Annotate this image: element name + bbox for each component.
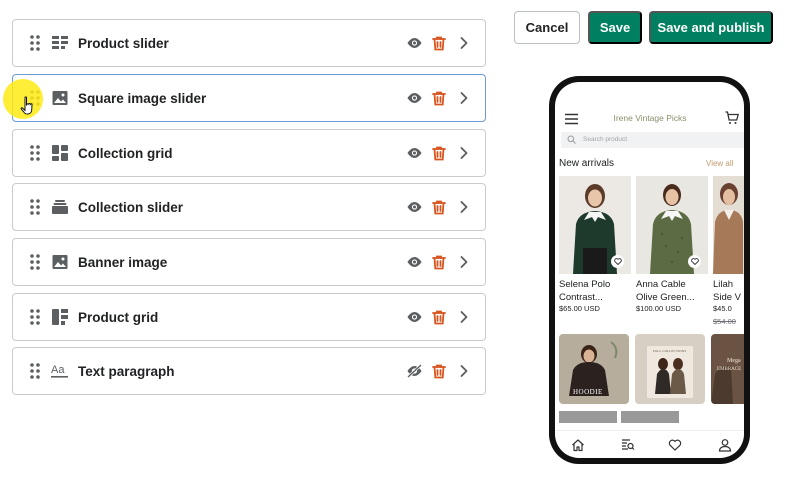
eye-icon[interactable]: [405, 308, 423, 326]
image-slider-icon: [51, 89, 69, 107]
block-label: Collection grid: [78, 145, 173, 161]
home-icon[interactable]: [571, 438, 585, 452]
preview-header: Irene Vintage Picks: [555, 108, 744, 130]
view-all-link[interactable]: View all: [706, 159, 733, 168]
wishlist-heart-icon[interactable]: [688, 255, 701, 268]
section-title: New arrivals: [559, 158, 615, 169]
delete-icon[interactable]: [430, 89, 448, 107]
save-button[interactable]: Save: [588, 11, 642, 44]
banner-tile[interactable]: Mega EMBRACE: [711, 334, 744, 404]
save-and-publish-button[interactable]: Save and publish: [649, 11, 773, 44]
phone-preview: Irene Vintage Picks Search product New a…: [549, 76, 750, 464]
drag-handle-icon[interactable]: [26, 198, 44, 216]
banner-tile[interactable]: FALL COLLECTIONS: [635, 334, 705, 404]
hamburger-menu-icon[interactable]: [565, 113, 578, 125]
block-row-banner-image[interactable]: Banner image: [12, 238, 486, 286]
chevron-right-icon[interactable]: [455, 144, 473, 162]
preview-bottom-nav: [555, 430, 744, 458]
eye-icon[interactable]: [405, 144, 423, 162]
block-label: Text paragraph: [78, 363, 175, 379]
eye-icon[interactable]: [405, 253, 423, 271]
collection-grid-icon: [51, 144, 69, 162]
block-row-text-paragraph[interactable]: Aa Text paragraph: [12, 347, 486, 395]
drag-handle-icon[interactable]: [26, 34, 44, 52]
banner-text: HOODIE: [573, 388, 603, 396]
placeholder-bar: [621, 411, 679, 423]
block-row-product-grid[interactable]: Product grid: [12, 293, 486, 341]
product-price: $45.0: [713, 304, 732, 313]
chevron-right-icon[interactable]: [455, 308, 473, 326]
chevron-right-icon[interactable]: [455, 34, 473, 52]
chevron-right-icon[interactable]: [455, 362, 473, 380]
product-slider-icon: [51, 34, 69, 52]
block-label: Collection slider: [78, 199, 184, 215]
product-card[interactable]: [713, 176, 744, 274]
chevron-right-icon[interactable]: [455, 253, 473, 271]
product-price: $100.00 USD: [636, 304, 682, 313]
block-label: Product grid: [78, 309, 159, 325]
block-label: Product slider: [78, 35, 169, 51]
banner-text: EMBRACE: [717, 367, 742, 372]
drag-handle-icon[interactable]: [26, 144, 44, 162]
wishlist-heart-icon[interactable]: [611, 255, 624, 268]
delete-icon[interactable]: [430, 198, 448, 216]
drag-handle-icon[interactable]: [26, 253, 44, 271]
product-card[interactable]: [559, 176, 631, 274]
delete-icon[interactable]: [430, 308, 448, 326]
product-name: Lilah Side V: [713, 279, 741, 303]
cancel-button[interactable]: Cancel: [514, 11, 580, 44]
delete-icon[interactable]: [430, 362, 448, 380]
block-label: Banner image: [78, 254, 168, 270]
product-card[interactable]: [636, 176, 708, 274]
chevron-right-icon[interactable]: [455, 198, 473, 216]
preview-search-input[interactable]: Search product: [561, 132, 744, 148]
delete-icon[interactable]: [430, 34, 448, 52]
eye-icon[interactable]: [405, 34, 423, 52]
product-old-price: $54.00: [713, 317, 736, 326]
chevron-right-icon[interactable]: [455, 89, 473, 107]
drag-handle-icon[interactable]: [26, 308, 44, 326]
eye-icon[interactable]: [405, 198, 423, 216]
placeholder-bar: [559, 411, 617, 423]
product-photo: [713, 176, 744, 274]
svg-text:Aa: Aa: [51, 364, 65, 376]
product-price: $65.00 USD: [559, 304, 600, 313]
catalog-search-icon[interactable]: [621, 438, 635, 452]
banner-image-icon: [51, 253, 69, 271]
heart-icon[interactable]: [668, 438, 682, 452]
account-icon[interactable]: [718, 438, 732, 452]
product-grid-icon: [51, 308, 69, 326]
phone-screen: Irene Vintage Picks Search product New a…: [555, 82, 744, 458]
eye-off-icon[interactable]: [405, 362, 423, 380]
drag-handle-icon[interactable]: [26, 362, 44, 380]
text-paragraph-icon: Aa: [51, 362, 69, 380]
product-name: Anna Cable Olive Green...: [636, 279, 695, 303]
search-placeholder: Search product: [583, 136, 628, 143]
banner-tile[interactable]: HOODIE: [559, 334, 629, 404]
eye-icon[interactable]: [405, 89, 423, 107]
block-label: Square image slider: [78, 90, 207, 106]
hand-cursor-icon: [20, 96, 33, 115]
banner-text: FALL COLLECTIONS: [653, 349, 687, 353]
delete-icon[interactable]: [430, 144, 448, 162]
delete-icon[interactable]: [430, 253, 448, 271]
store-name: Irene Vintage Picks: [613, 113, 687, 123]
collection-slider-icon: [51, 198, 69, 216]
block-row-collection-slider[interactable]: Collection slider: [12, 183, 486, 231]
block-row-product-slider[interactable]: Product slider: [12, 19, 486, 67]
product-name: Selena Polo Contrast...: [559, 279, 611, 303]
cart-icon[interactable]: [725, 111, 739, 125]
banner-text: Mega: [727, 358, 741, 364]
block-row-collection-grid[interactable]: Collection grid: [12, 129, 486, 177]
block-row-square-image-slider[interactable]: Square image slider: [12, 74, 486, 122]
search-icon: [567, 135, 576, 144]
banner-photo: [635, 334, 705, 404]
